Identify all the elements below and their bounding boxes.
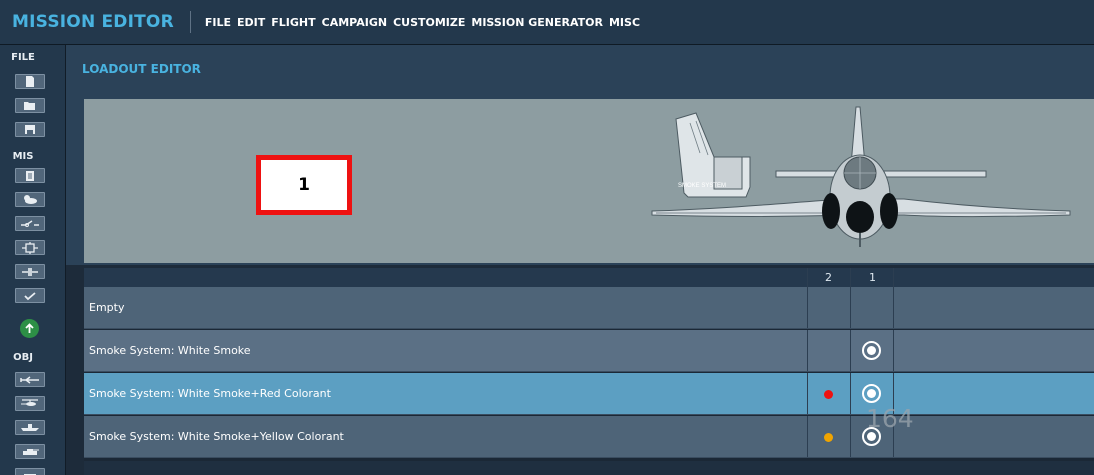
- top-menu-bar: MISSION EDITOR FILE EDIT FLIGHT CAMPAIGN…: [0, 0, 1094, 45]
- ship-icon: [21, 424, 39, 431]
- column-divider: [850, 416, 851, 457]
- table-row[interactable]: Smoke System: White Smoke: [84, 330, 1094, 372]
- column-divider: [807, 268, 808, 287]
- row-label: Smoke System: White Smoke: [89, 344, 251, 357]
- editor-header: LOADOUT EDITOR: [66, 45, 1094, 95]
- helicopter-button[interactable]: [15, 396, 45, 411]
- row-label: Empty: [89, 301, 125, 314]
- map-options-button[interactable]: [15, 240, 45, 255]
- callout-number: 1: [298, 175, 310, 195]
- check-button[interactable]: [15, 288, 45, 303]
- menu-file[interactable]: FILE: [205, 16, 231, 29]
- upload-button[interactable]: [20, 319, 39, 338]
- radio-selected-dot: [867, 346, 876, 355]
- callout-marker: 1: [256, 155, 352, 215]
- resources-button[interactable]: [15, 264, 45, 279]
- loadout-table: 2 1 Empty Smoke System: White Smoke Smok…: [84, 268, 1094, 475]
- resources-icon: [22, 267, 38, 276]
- aircraft-icon: [20, 375, 39, 384]
- vehicle-button[interactable]: [15, 444, 45, 459]
- aircraft-button[interactable]: [15, 372, 45, 387]
- new-file-icon: [26, 76, 34, 87]
- weather-icon: [24, 195, 37, 204]
- briefing-icon: [26, 170, 34, 181]
- table-footer-strip: [84, 461, 1094, 475]
- radio-selected-dot: [867, 389, 876, 398]
- weather-button[interactable]: [15, 192, 45, 207]
- column-divider: [807, 373, 808, 414]
- left-toolbar: FILE MIS OBJ: [0, 45, 66, 475]
- open-button[interactable]: [15, 98, 45, 113]
- station-header-1: 1: [869, 271, 876, 284]
- static-object-button[interactable]: [15, 468, 45, 475]
- column-divider: [807, 416, 808, 457]
- menu-customize[interactable]: CUSTOMIZE: [393, 16, 465, 29]
- station-1-radio[interactable]: [862, 384, 881, 403]
- save-icon: [25, 125, 35, 134]
- smoke-system-inset: SMOKE SYSTEM: [675, 112, 751, 198]
- title-divider: [189, 11, 191, 33]
- aircraft-preview: SMOKE SYSTEM: [84, 99, 1094, 263]
- column-divider: [893, 287, 894, 328]
- table-row[interactable]: Empty: [84, 287, 1094, 329]
- check-icon: [24, 291, 36, 300]
- row-label: Smoke System: White Smoke+Yellow Coloran…: [89, 430, 344, 443]
- open-folder-icon: [24, 101, 35, 110]
- aircraft-preview-frame: SMOKE SYSTEM: [66, 95, 1094, 265]
- vehicle-icon: [23, 448, 39, 455]
- menu-campaign[interactable]: CAMPAIGN: [322, 16, 387, 29]
- menu-mission-generator[interactable]: MISSION GENERATOR: [471, 16, 603, 29]
- column-divider: [807, 330, 808, 371]
- helicopter-icon: [21, 399, 38, 406]
- column-divider: [850, 268, 851, 287]
- ship-button[interactable]: [15, 420, 45, 435]
- column-divider: [807, 287, 808, 328]
- smoke-system-label: SMOKE SYSTEM: [678, 183, 726, 189]
- static-object-icon: [24, 473, 36, 475]
- editor-title: LOADOUT EDITOR: [82, 62, 201, 76]
- column-divider: [850, 287, 851, 328]
- station-1-radio[interactable]: [862, 341, 881, 360]
- menu-edit[interactable]: EDIT: [237, 16, 265, 29]
- menu-misc[interactable]: MISC: [609, 16, 640, 29]
- table-row[interactable]: Smoke System: White Smoke+Yellow Coloran…: [84, 416, 1094, 458]
- table-row-selected[interactable]: Smoke System: White Smoke+Red Colorant: [84, 373, 1094, 415]
- triggers-icon: [21, 219, 39, 227]
- save-button[interactable]: [15, 122, 45, 137]
- column-divider: [850, 330, 851, 371]
- toolbar-mis-label: MIS: [12, 151, 34, 162]
- toolbar-obj-label: OBJ: [13, 352, 33, 363]
- row-label: Smoke System: White Smoke+Red Colorant: [89, 387, 331, 400]
- app-title: MISSION EDITOR: [12, 12, 174, 32]
- table-header: 2 1: [84, 268, 1094, 287]
- station-2-red-indicator[interactable]: [824, 390, 833, 399]
- station-header-2: 2: [825, 271, 832, 284]
- aircraft-diagram: SMOKE SYSTEM: [651, 106, 1071, 247]
- mission-editor-window: MISSION EDITOR FILE EDIT FLIGHT CAMPAIGN…: [0, 0, 1094, 475]
- map-options-icon: [22, 241, 38, 254]
- column-divider: [893, 268, 894, 287]
- arrow-up-icon: [25, 323, 34, 333]
- new-file-button[interactable]: [15, 74, 45, 89]
- radio-selected-dot: [867, 432, 876, 441]
- column-divider: [893, 330, 894, 371]
- column-divider: [850, 373, 851, 414]
- toolbar-file-label: FILE: [11, 52, 35, 63]
- page-number: 164: [866, 404, 914, 433]
- menu-flight[interactable]: FLIGHT: [271, 16, 315, 29]
- station-2-yellow-indicator[interactable]: [824, 433, 833, 442]
- briefing-button[interactable]: [15, 168, 45, 183]
- triggers-button[interactable]: [15, 216, 45, 231]
